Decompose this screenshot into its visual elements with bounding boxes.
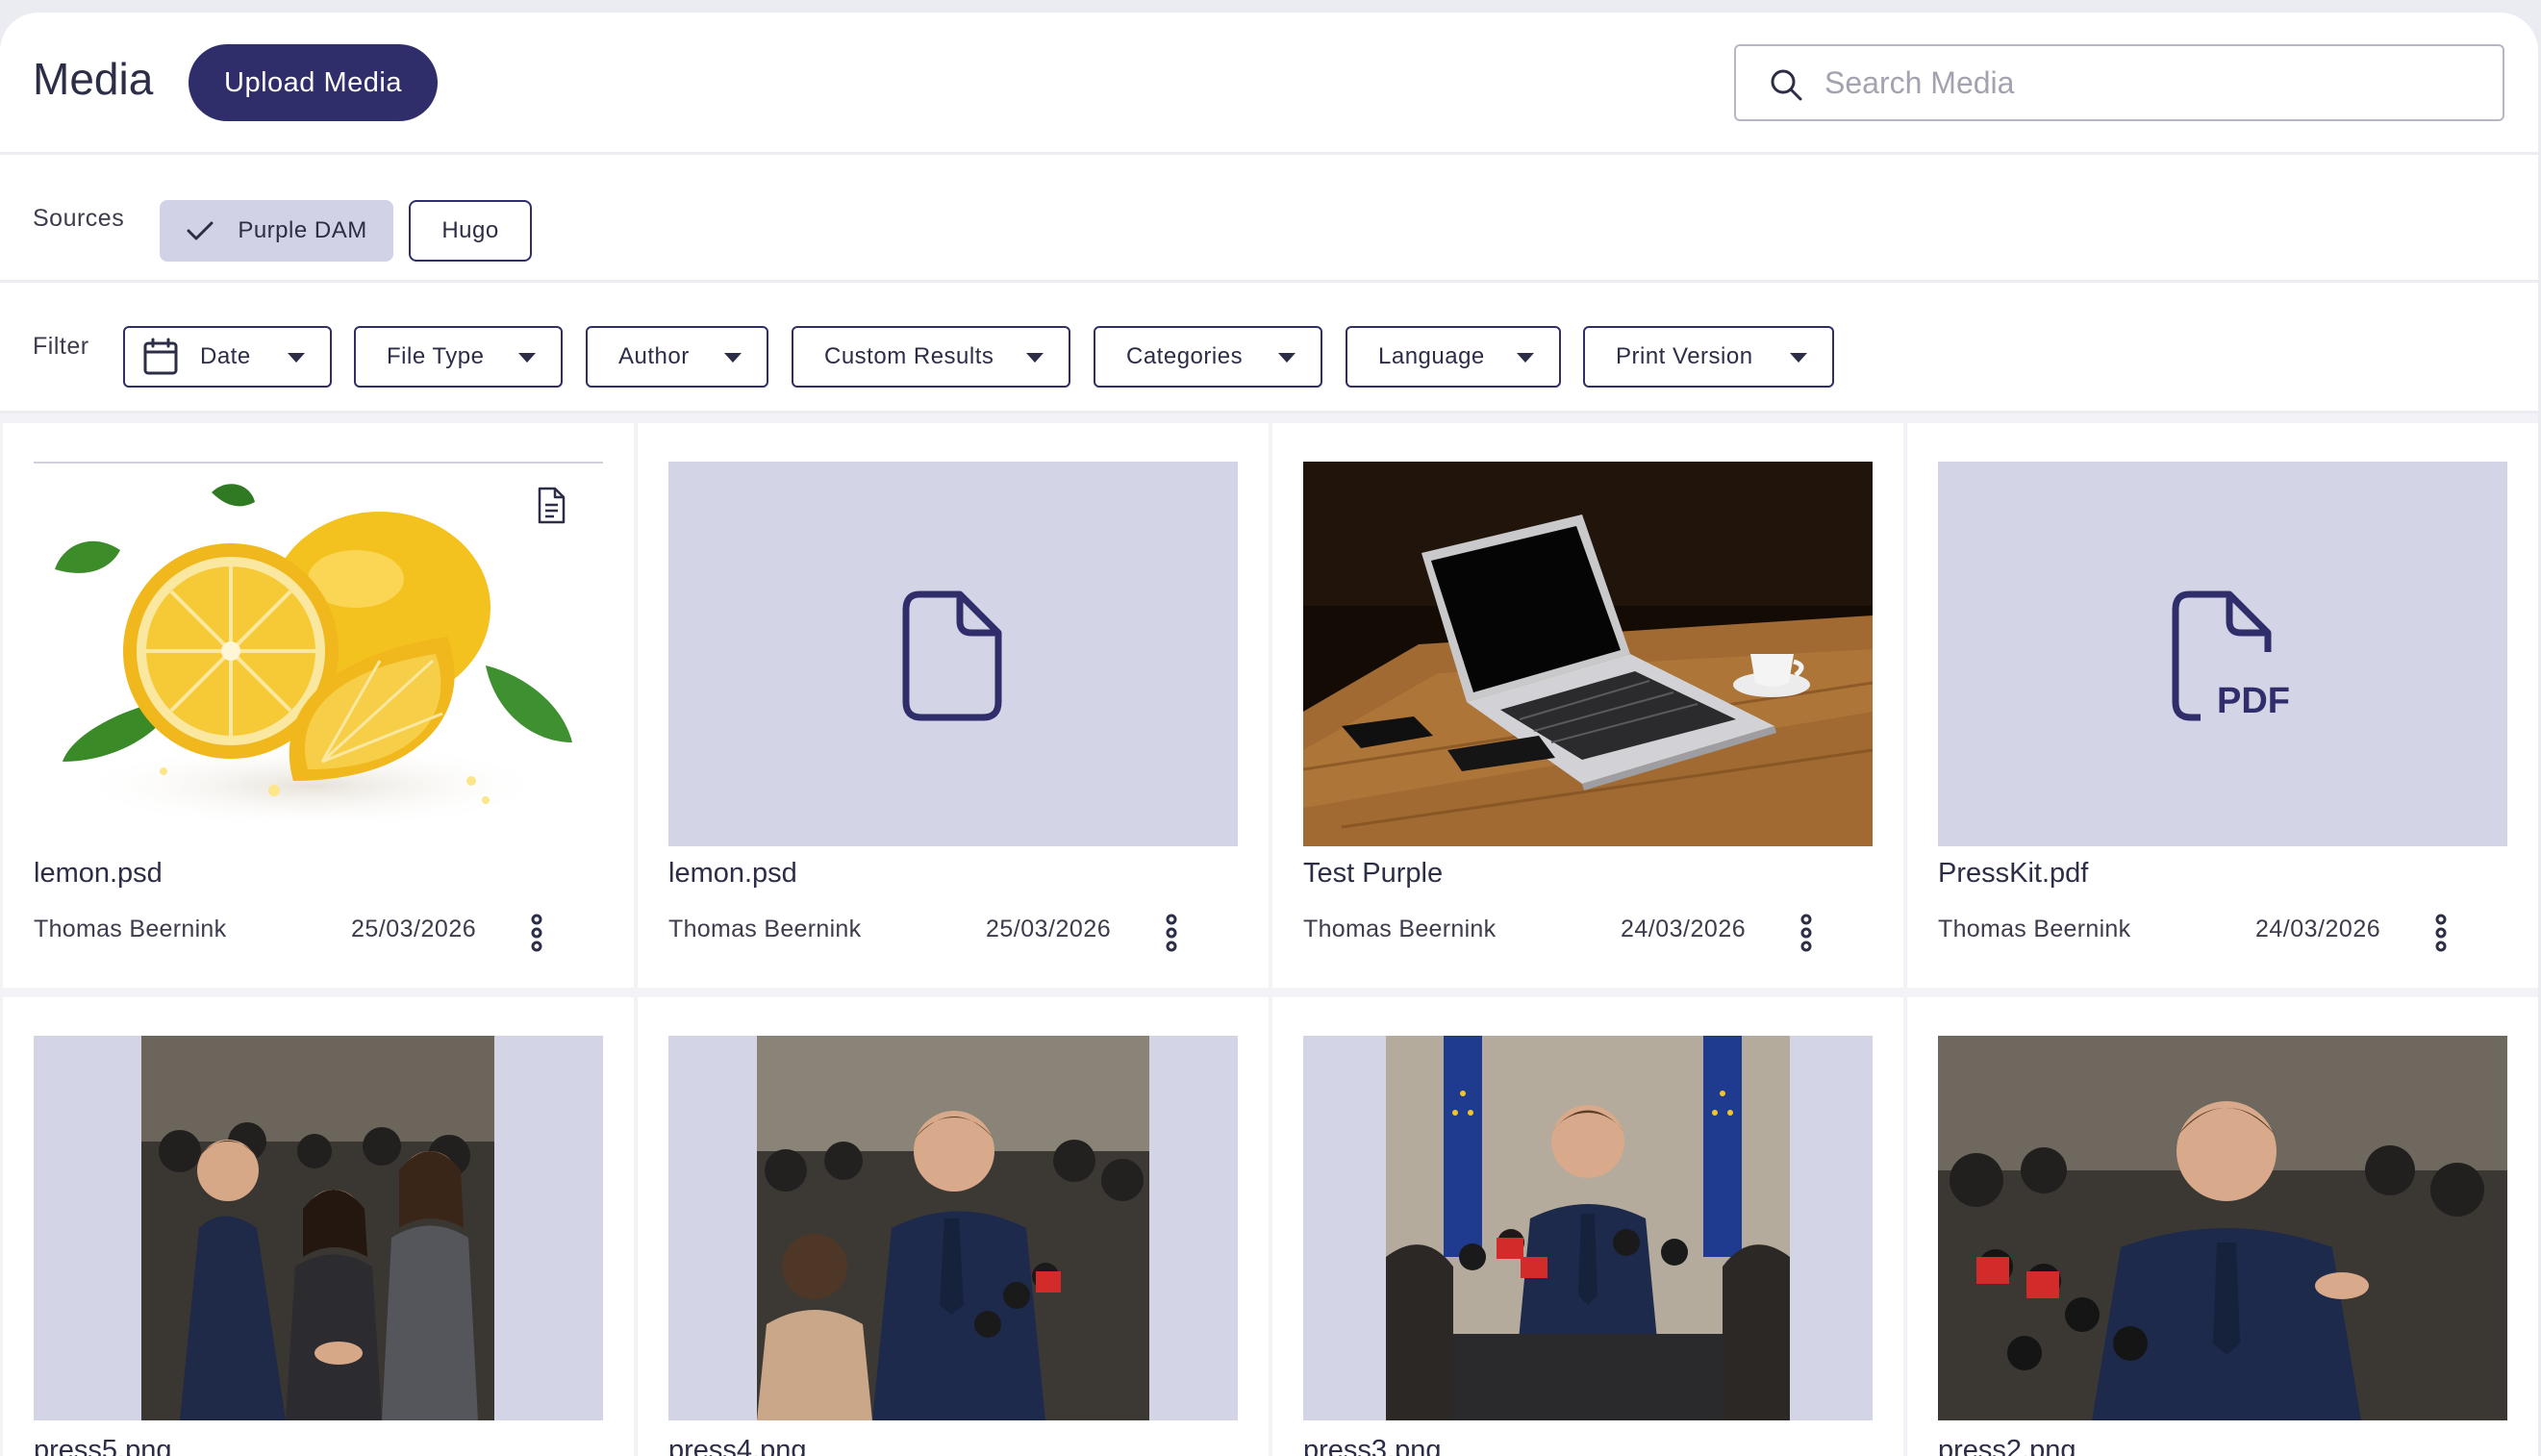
media-name[interactable]: PressKit.pdf xyxy=(1938,858,2088,890)
filter-language-dropdown[interactable]: Language xyxy=(1346,326,1561,388)
media-card[interactable]: press3.png xyxy=(1272,997,1903,1456)
document-icon[interactable] xyxy=(536,487,566,525)
search-box[interactable] xyxy=(1734,44,2504,121)
media-date: 24/03/2026 xyxy=(1621,916,1747,942)
laptop-photo xyxy=(1303,462,1873,846)
filter-dropdown-label: File Type xyxy=(387,343,485,369)
media-name[interactable]: press2.png xyxy=(1938,1435,2076,1456)
pdf-badge: PDF xyxy=(2217,681,2290,721)
file-icon xyxy=(902,590,1002,721)
more-options-icon[interactable] xyxy=(1162,914,1181,952)
filter-print-version-dropdown[interactable]: Print Version xyxy=(1583,326,1834,388)
media-thumbnail[interactable] xyxy=(668,1036,1238,1420)
source-chip-hugo[interactable]: Hugo xyxy=(409,200,532,262)
more-options-icon[interactable] xyxy=(527,914,546,952)
press-photo xyxy=(757,1036,1149,1420)
caret-down-icon xyxy=(1026,353,1044,363)
media-card[interactable]: press2.png xyxy=(1907,997,2538,1456)
caret-down-icon xyxy=(1278,353,1296,363)
filter-label: Filter xyxy=(33,333,89,360)
media-card[interactable]: lemon.psd Thomas Beernink 25/03/2026 xyxy=(3,423,634,988)
sources-label: Sources xyxy=(33,205,125,232)
source-chip-label: Purple DAM xyxy=(238,217,367,243)
filter-dropdown-label: Date xyxy=(200,343,251,369)
caret-down-icon xyxy=(1790,353,1807,363)
page-title: Media xyxy=(33,54,154,104)
media-name[interactable]: lemon.psd xyxy=(34,858,163,890)
search-input[interactable] xyxy=(1824,46,2488,119)
filter-file-type-dropdown[interactable]: File Type xyxy=(354,326,563,388)
sources-row: Sources Purple DAM Hugo xyxy=(0,155,2538,283)
media-name[interactable]: press4.png xyxy=(668,1435,807,1456)
media-name[interactable]: Test Purple xyxy=(1303,858,1443,890)
lemon-photo xyxy=(55,484,572,829)
filter-row: Filter Date File Type Author Custom Resu… xyxy=(0,283,2538,414)
search-icon xyxy=(1771,69,1802,101)
filter-categories-dropdown[interactable]: Categories xyxy=(1094,326,1322,388)
media-card[interactable]: PDF PressKit.pdf Thomas Beernink 24/03/2… xyxy=(1907,423,2538,988)
header: Media Upload Media xyxy=(0,13,2538,155)
media-name[interactable]: press5.png xyxy=(34,1435,172,1456)
media-name[interactable]: lemon.psd xyxy=(668,858,797,890)
filter-dropdown-label: Language xyxy=(1378,343,1485,369)
upload-media-button[interactable]: Upload Media xyxy=(189,44,438,121)
media-grid: lemon.psd Thomas Beernink 25/03/2026 lem… xyxy=(0,414,2538,1456)
source-chip-purple-dam[interactable]: Purple DAM xyxy=(160,200,393,262)
more-options-icon[interactable] xyxy=(1797,914,1816,952)
media-thumbnail[interactable] xyxy=(34,462,603,846)
filter-dropdown-label: Categories xyxy=(1126,343,1244,369)
media-card[interactable]: press4.png xyxy=(638,997,1269,1456)
media-author: Thomas Beernink xyxy=(1303,916,1497,942)
media-card[interactable]: lemon.psd Thomas Beernink 25/03/2026 xyxy=(638,423,1269,988)
media-thumbnail[interactable]: PDF xyxy=(1938,462,2507,846)
media-thumbnail[interactable] xyxy=(1303,1036,1873,1420)
calendar-icon xyxy=(143,338,178,375)
media-author: Thomas Beernink xyxy=(668,916,862,942)
check-icon xyxy=(187,221,214,240)
press-photo xyxy=(141,1036,494,1420)
filter-custom-results-dropdown[interactable]: Custom Results xyxy=(792,326,1070,388)
filter-date-dropdown[interactable]: Date xyxy=(123,326,332,388)
media-date: 24/03/2026 xyxy=(2255,916,2381,942)
media-card[interactable]: press5.png xyxy=(3,997,634,1456)
caret-down-icon xyxy=(288,353,305,363)
media-thumbnail[interactable] xyxy=(1303,462,1873,846)
media-author: Thomas Beernink xyxy=(34,916,227,942)
media-date: 25/03/2026 xyxy=(986,916,1112,942)
media-author: Thomas Beernink xyxy=(1938,916,2131,942)
media-date: 25/03/2026 xyxy=(351,916,477,942)
media-name[interactable]: press3.png xyxy=(1303,1435,1442,1456)
media-library-app: Media Upload Media Sources Purple DAM Hu… xyxy=(0,13,2538,1456)
filter-author-dropdown[interactable]: Author xyxy=(586,326,768,388)
media-card[interactable]: Test Purple Thomas Beernink 24/03/2026 xyxy=(1272,423,1903,988)
media-thumbnail[interactable] xyxy=(668,462,1238,846)
caret-down-icon xyxy=(518,353,536,363)
press-photo xyxy=(1386,1036,1790,1420)
filter-dropdown-label: Author xyxy=(618,343,690,369)
source-chip-label: Hugo xyxy=(441,217,499,243)
more-options-icon[interactable] xyxy=(2431,914,2451,952)
press-photo xyxy=(1938,1036,2507,1420)
media-thumbnail[interactable] xyxy=(1938,1036,2507,1420)
media-thumbnail[interactable] xyxy=(34,1036,603,1420)
filter-dropdown-label: Custom Results xyxy=(824,343,994,369)
filter-dropdown-label: Print Version xyxy=(1616,343,1753,369)
caret-down-icon xyxy=(1517,353,1534,363)
caret-down-icon xyxy=(724,353,742,363)
